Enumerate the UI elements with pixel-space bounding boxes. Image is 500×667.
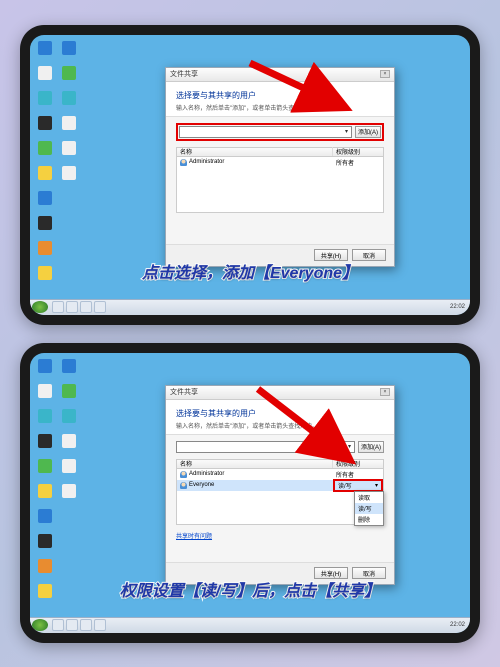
desktop-icon[interactable] (36, 409, 54, 431)
user-icon (180, 482, 187, 489)
desktop-icon[interactable] (60, 116, 78, 138)
desktop-icon[interactable] (60, 91, 78, 113)
user-name: Administrator (189, 159, 224, 165)
tablet-bottom: 文件共享 × 选择要与其共享的用户 输入名称，然后单击"添加"，或者单击箭头查找… (20, 343, 480, 643)
desktop-icon[interactable] (60, 434, 78, 456)
taskbar: 22:02 (30, 299, 470, 315)
tablet-top: 文件共享 × 选择要与其共享的用户 输入名称，然后单击"添加"，或者单击箭头查找… (20, 25, 480, 325)
desktop-icon[interactable] (60, 484, 78, 506)
desktop-icon[interactable] (60, 409, 78, 431)
perm-option-read[interactable]: 读取 (355, 492, 383, 503)
perm-dropdown: 读取 读/写 删除 (354, 491, 384, 526)
start-button[interactable] (32, 619, 48, 631)
desktop-icon[interactable] (36, 91, 54, 113)
system-tray: 22:02 (450, 622, 468, 628)
desktop-screen: 文件共享 × 选择要与其共享的用户 输入名称，然后单击"添加"，或者单击箭头查找… (30, 35, 470, 315)
desktop-icon[interactable] (60, 41, 78, 63)
red-arrow (250, 381, 370, 471)
list-item[interactable]: Everyone 读/写 ▾ 读取 读/写 删除 (177, 480, 383, 491)
desktop-icon[interactable] (36, 484, 54, 506)
highlight-add-row: ▾ 添加(A) (176, 123, 384, 141)
desktop-icon[interactable] (36, 384, 54, 406)
red-arrow (240, 55, 360, 125)
taskbar-pin[interactable] (52, 619, 64, 631)
share-help-link[interactable]: 共享时有问题 (176, 531, 384, 540)
desktop-icon[interactable] (60, 384, 78, 406)
tray-time: 22:02 (450, 304, 465, 310)
start-button[interactable] (32, 301, 48, 313)
dialog-title: 文件共享 (170, 387, 198, 397)
taskbar-pin[interactable] (66, 619, 78, 631)
close-button[interactable]: × (380, 70, 390, 78)
caption-text: 权限设置【读/写】后，点击【共享】 (120, 583, 380, 600)
taskbar-pin[interactable] (80, 619, 92, 631)
close-button[interactable]: × (380, 388, 390, 396)
caption-text: 点击选择，添加【Everyone】 (142, 265, 358, 282)
desktop-icon[interactable] (36, 359, 54, 381)
perm-option-rw[interactable]: 读/写 (355, 503, 383, 514)
dialog-title: 文件共享 (170, 69, 198, 79)
desktop-icon[interactable] (36, 191, 54, 213)
desktop-icon[interactable] (36, 41, 54, 63)
col-perm: 权限级别 (333, 147, 383, 156)
desktop-icon[interactable] (36, 509, 54, 531)
caption-overlay: 权限设置【读/写】后，点击【共享】 (30, 577, 470, 601)
desktop-icon[interactable] (36, 434, 54, 456)
desktop-icon[interactable] (60, 459, 78, 481)
taskbar-pin[interactable] (94, 301, 106, 313)
perm-cell: 所有者 (333, 470, 383, 479)
user-icon (180, 159, 187, 166)
tray-time: 22:02 (450, 622, 465, 628)
desktop-icons (36, 359, 78, 606)
taskbar-pin[interactable] (52, 301, 64, 313)
list-header: 名称 权限级别 (176, 147, 384, 157)
user-name: Everyone (189, 482, 214, 488)
user-list: Administrator 所有者 Everyone 读/写 ▾ 读取 读/写 … (176, 469, 384, 525)
perm-option-remove[interactable]: 删除 (355, 514, 383, 525)
desktop-icon[interactable] (36, 459, 54, 481)
taskbar-pin[interactable] (66, 301, 78, 313)
taskbar-pin[interactable] (80, 301, 92, 313)
chevron-down-icon[interactable]: ▾ (345, 128, 348, 135)
taskbar: 22:02 (30, 617, 470, 633)
user-list: Administrator 所有者 (176, 157, 384, 213)
perm-cell-highlight[interactable]: 读/写 ▾ 读取 读/写 删除 (333, 479, 383, 492)
chevron-down-icon[interactable]: ▾ (375, 482, 378, 489)
desktop-icon[interactable] (60, 359, 78, 381)
desktop-screen: 文件共享 × 选择要与其共享的用户 输入名称，然后单击"添加"，或者单击箭头查找… (30, 353, 470, 633)
taskbar-pin[interactable] (94, 619, 106, 631)
desktop-icon[interactable] (36, 216, 54, 238)
user-name: Administrator (189, 471, 224, 477)
col-name: 名称 (177, 147, 333, 156)
desktop-icon[interactable] (36, 66, 54, 88)
desktop-icon[interactable] (36, 116, 54, 138)
add-button[interactable]: 添加(A) (355, 126, 381, 138)
user-combo[interactable]: ▾ (179, 126, 352, 138)
desktop-icon[interactable] (60, 141, 78, 163)
desktop-icon[interactable] (36, 141, 54, 163)
perm-value: 读/写 (338, 481, 352, 490)
desktop-icon[interactable] (60, 66, 78, 88)
desktop-icon[interactable] (36, 166, 54, 188)
list-item[interactable]: Administrator 所有者 (177, 157, 383, 168)
user-icon (180, 471, 187, 478)
desktop-icon[interactable] (60, 166, 78, 188)
system-tray: 22:02 (450, 304, 468, 310)
desktop-icon[interactable] (36, 534, 54, 556)
desktop-icons (36, 41, 78, 288)
perm-cell: 所有者 (333, 158, 383, 167)
caption-overlay: 点击选择，添加【Everyone】 (30, 259, 470, 283)
